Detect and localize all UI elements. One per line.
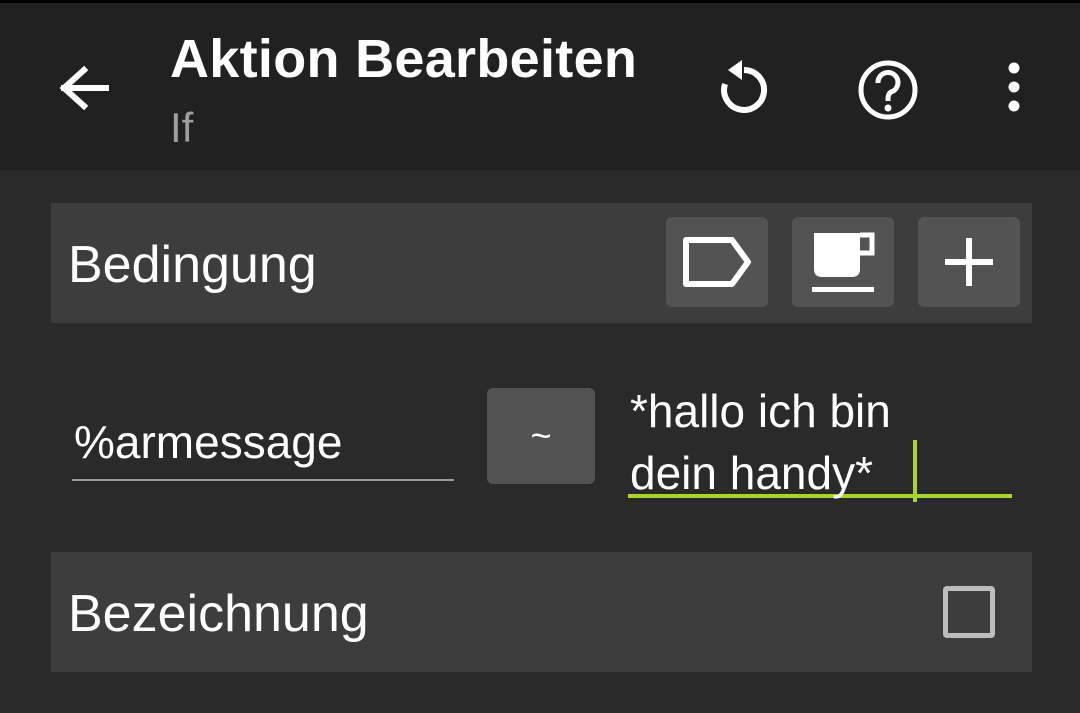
- help-icon: [858, 60, 918, 120]
- coffee-cup-icon: [812, 232, 875, 292]
- condition-section-header: Bedingung: [51, 203, 1032, 323]
- value-input[interactable]: *hallo ich bin dein handy*: [628, 380, 1012, 502]
- label-tag-icon: [683, 237, 751, 287]
- variable-input[interactable]: %armessage: [72, 405, 454, 481]
- label-section-title: Bezeichnung: [68, 585, 369, 643]
- more-button[interactable]: [982, 58, 1046, 122]
- back-button[interactable]: [54, 58, 114, 118]
- add-button[interactable]: [918, 217, 1020, 307]
- operator-text: ~: [530, 415, 552, 456]
- plus-icon: [945, 238, 993, 286]
- operator-button[interactable]: ~: [487, 388, 595, 484]
- variable-text: %armessage: [74, 416, 343, 468]
- page-subtitle: If: [170, 104, 194, 151]
- value-text: *hallo ich bin dein handy*: [630, 380, 1012, 504]
- undo-icon: [721, 60, 768, 113]
- coffee-button[interactable]: [792, 217, 894, 307]
- tag-button[interactable]: [666, 217, 768, 307]
- label-checkbox[interactable]: [943, 586, 995, 638]
- value-line-2: dein handy*: [630, 447, 873, 499]
- value-line-1: *hallo ich bin: [630, 385, 891, 437]
- label-section: Bezeichnung: [51, 552, 1032, 672]
- help-button[interactable]: [856, 58, 920, 122]
- undo-button[interactable]: [712, 58, 776, 122]
- more-vertical-icon: [1008, 62, 1020, 112]
- page-title: Aktion Bearbeiten: [170, 29, 638, 89]
- text-caret: [913, 440, 917, 502]
- condition-label: Bedingung: [68, 236, 317, 294]
- app-bar: Aktion Bearbeiten If: [0, 0, 1080, 170]
- arrow-back-icon: [59, 66, 109, 110]
- status-divider: [0, 0, 1080, 3]
